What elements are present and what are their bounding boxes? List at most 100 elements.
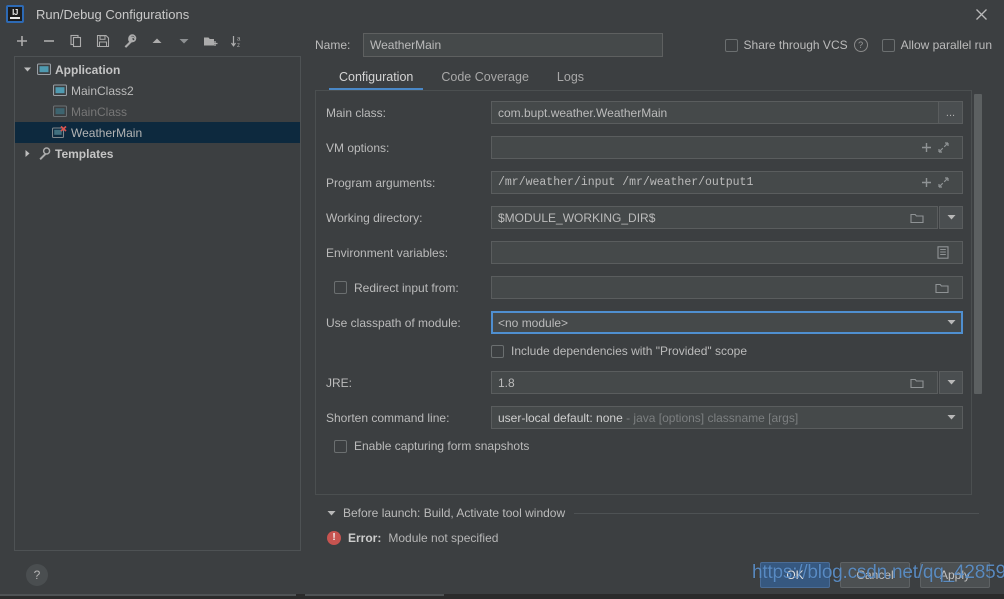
move-down-button[interactable]	[170, 29, 197, 53]
tree-item-mainclass[interactable]: MainClass	[15, 101, 300, 122]
tab-code-coverage[interactable]: Code Coverage	[427, 70, 543, 90]
tab-logs[interactable]: Logs	[543, 70, 598, 90]
share-through-vcs-checkbox[interactable]: Share through VCS	[724, 38, 848, 52]
save-configuration-button[interactable]	[89, 29, 116, 53]
working-directory-label: Working directory:	[326, 210, 423, 225]
run-config-error-icon	[51, 126, 69, 139]
enable-form-snapshots-checkbox[interactable]: Enable capturing form snapshots	[334, 436, 963, 456]
tree-item-label: Application	[55, 62, 121, 77]
checkbox-box[interactable]	[491, 344, 504, 358]
checkbox-box[interactable]	[334, 439, 347, 453]
folder-icon[interactable]	[910, 212, 924, 224]
field-jre: JRE: 1.8	[326, 371, 963, 394]
before-launch-section[interactable]: Before launch: Build, Activate tool wind…	[315, 501, 1004, 525]
intellij-idea-logo-icon: IJ	[6, 5, 24, 23]
cancel-button[interactable]: Cancel	[840, 562, 910, 588]
configurations-panel: a z Application MainClass2 MainClass Wea…	[0, 28, 305, 551]
remove-configuration-button[interactable]	[35, 29, 62, 53]
tree-item-application[interactable]: Application	[15, 59, 300, 80]
window-title: Run/Debug Configurations	[36, 6, 190, 22]
chevron-down-icon	[947, 414, 956, 421]
plus-icon[interactable]	[921, 177, 932, 188]
list-icon[interactable]	[937, 246, 949, 259]
share-through-vcs-label: Share through VCS	[743, 38, 848, 52]
working-directory-input[interactable]: $MODULE_WORKING_DIR$	[491, 206, 938, 229]
error-message: Module not specified	[388, 531, 499, 545]
redirect-input-checkbox[interactable]: Redirect input from:	[326, 281, 491, 295]
program-arguments-label: Program arguments:	[326, 175, 436, 190]
include-provided-scope-checkbox[interactable]: Include dependencies with "Provided" sco…	[491, 341, 963, 361]
vm-options-label: VM options:	[326, 140, 390, 155]
expand-icon[interactable]	[938, 142, 949, 153]
wrench-icon	[35, 146, 53, 161]
create-folder-button[interactable]	[197, 29, 224, 53]
apply-button[interactable]: Apply	[920, 562, 990, 588]
chevron-down-icon[interactable]	[327, 510, 336, 517]
svg-text:z: z	[237, 43, 240, 49]
checkbox-box[interactable]	[881, 38, 895, 52]
copy-configuration-button[interactable]	[62, 29, 89, 53]
environment-variables-input[interactable]	[491, 241, 963, 264]
shorten-command-line-label: Shorten command line:	[326, 410, 450, 425]
folder-icon[interactable]	[910, 377, 924, 389]
redirect-input-label: Redirect input from:	[354, 280, 459, 295]
help-button[interactable]: ?	[26, 564, 48, 586]
error-prefix: Error:	[348, 531, 382, 545]
chevron-down-icon	[947, 214, 956, 221]
configuration-form: Main class: com.bupt.weather.WeatherMain…	[315, 90, 972, 495]
folder-icon[interactable]	[935, 282, 949, 294]
question-mark-icon[interactable]: ?	[853, 38, 868, 52]
main-class-input[interactable]: com.bupt.weather.WeatherMain	[491, 101, 939, 124]
allow-parallel-run-label: Allow parallel run	[900, 38, 992, 52]
chevron-down-icon	[947, 319, 956, 326]
field-vm-options: VM options:	[326, 136, 963, 159]
tree-item-label: Templates	[55, 146, 114, 161]
checkbox-box[interactable]	[724, 38, 738, 52]
close-icon[interactable]	[958, 0, 1004, 28]
edit-templates-button[interactable]	[116, 29, 143, 53]
jre-label: JRE:	[326, 375, 353, 390]
editor-tabs: Configuration Code Coverage Logs	[315, 62, 1004, 90]
field-working-directory: Working directory: $MODULE_WORKING_DIR$	[326, 206, 963, 229]
form-scrollbar[interactable]	[972, 90, 984, 495]
field-main-class: Main class: com.bupt.weather.WeatherMain…	[326, 101, 963, 124]
plus-icon[interactable]	[921, 142, 932, 153]
chevron-down-icon[interactable]	[19, 62, 35, 78]
add-configuration-button[interactable]	[8, 29, 35, 53]
shorten-command-line-value: user-local default: none	[498, 410, 623, 425]
working-directory-dropdown-button[interactable]	[939, 206, 963, 229]
use-classpath-combobox[interactable]: <no module>	[491, 311, 963, 334]
allow-parallel-run-checkbox[interactable]: Allow parallel run	[881, 38, 992, 52]
tree-item-label: WeatherMain	[71, 125, 143, 140]
expand-icon[interactable]	[938, 177, 949, 188]
form-wrapper: Main class: com.bupt.weather.WeatherMain…	[315, 90, 1004, 495]
tab-configuration[interactable]: Configuration	[325, 70, 427, 90]
main-class-browse-button[interactable]: ...	[939, 101, 963, 124]
jre-input[interactable]: 1.8	[491, 371, 938, 394]
jre-dropdown-button[interactable]	[939, 371, 963, 394]
move-up-button[interactable]	[143, 29, 170, 53]
working-directory-value: $MODULE_WORKING_DIR$	[498, 210, 656, 225]
redirect-input-field[interactable]	[491, 276, 963, 299]
program-arguments-input[interactable]: /mr/weather/input /mr/weather/output1	[491, 171, 963, 194]
scrollbar-thumb[interactable]	[974, 94, 982, 394]
run-config-icon	[51, 84, 69, 97]
shorten-command-line-combobox[interactable]: user-local default: none - java [options…	[491, 406, 963, 429]
tree-item-templates[interactable]: Templates	[15, 143, 300, 164]
name-row: Name: Share through VCS ? Allow parallel…	[315, 28, 1004, 62]
sort-alphabetically-button[interactable]: a z	[224, 29, 251, 53]
configurations-tree[interactable]: Application MainClass2 MainClass Weather…	[14, 56, 301, 551]
checkbox-box[interactable]	[334, 281, 347, 294]
shorten-command-line-hint: - java [options] classname [args]	[622, 410, 799, 425]
tree-item-mainclass2[interactable]: MainClass2	[15, 80, 300, 101]
svg-text:a: a	[237, 36, 241, 42]
field-environment-variables: Environment variables:	[326, 241, 963, 264]
name-input[interactable]	[363, 33, 663, 57]
field-shorten-command-line: Shorten command line: user-local default…	[326, 406, 963, 429]
ok-button[interactable]: OK	[760, 562, 830, 588]
divider	[574, 512, 979, 514]
name-label: Name:	[315, 38, 351, 52]
chevron-right-icon[interactable]	[19, 146, 35, 162]
vm-options-input[interactable]	[491, 136, 963, 159]
tree-item-weathermain[interactable]: WeatherMain	[15, 122, 300, 143]
